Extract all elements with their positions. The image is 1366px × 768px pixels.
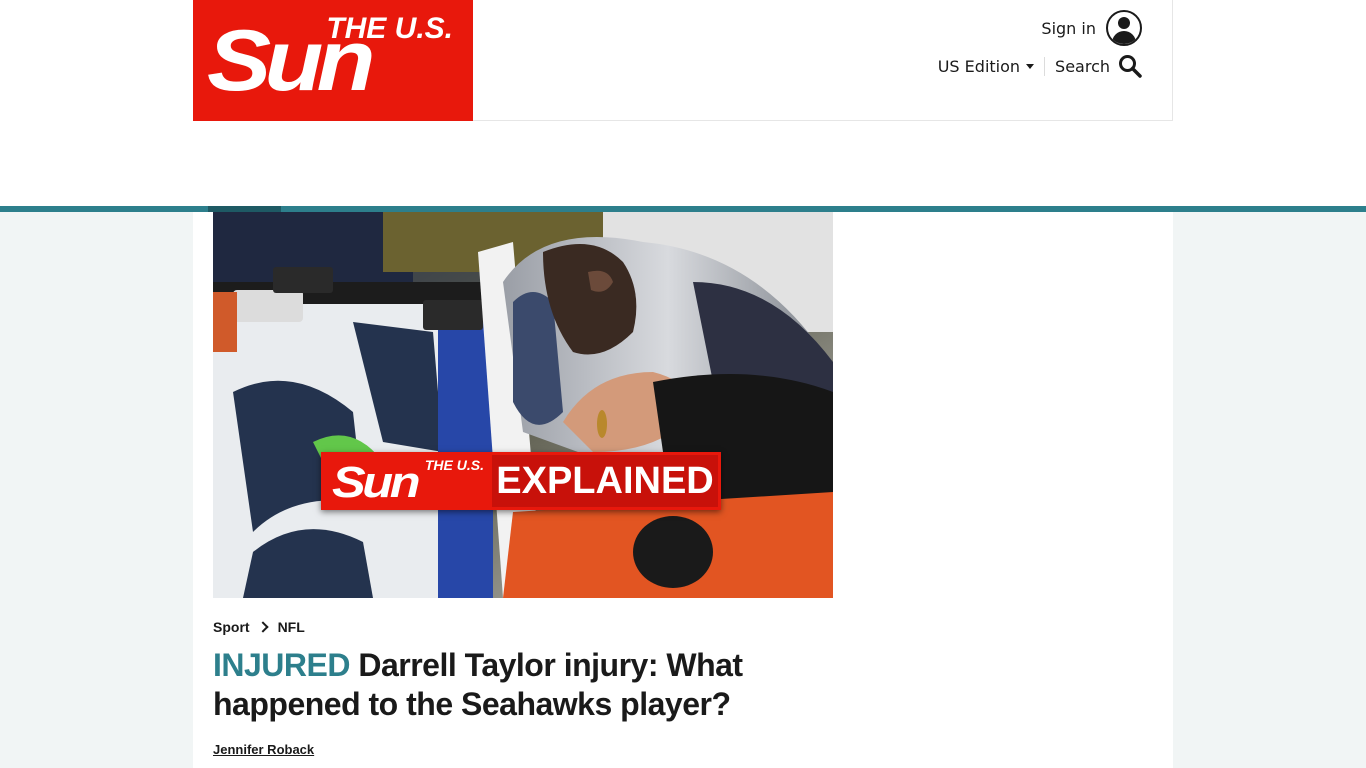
chevron-right-icon	[256, 621, 269, 633]
logo-wordmark: Sun	[207, 13, 376, 109]
breadcrumb: Sport NFL	[213, 618, 305, 636]
search-button[interactable]: Search	[1045, 54, 1142, 78]
sign-in-button[interactable]: Sign in	[1041, 9, 1142, 47]
explained-badge: THE U.S. Sun EXPLAINED	[321, 452, 721, 510]
user-avatar-icon	[1106, 10, 1142, 46]
caret-down-icon	[1026, 63, 1035, 69]
hero-image[interactable]: THE U.S. Sun EXPLAINED	[213, 212, 833, 598]
badge-logo-wordmark: Sun	[332, 458, 421, 507]
search-label: Search	[1055, 56, 1110, 76]
header-tools: US Edition Search	[938, 52, 1142, 80]
site-logo[interactable]: THE U.S. Sun	[193, 0, 473, 121]
headline-kicker: INJURED	[213, 647, 350, 683]
site-header: THE U.S. Sun Sign in US Edition Search	[193, 0, 1173, 121]
breadcrumb-sport[interactable]: Sport	[213, 619, 250, 635]
badge-logo-edition-text: THE U.S.	[424, 457, 484, 473]
edition-selector[interactable]: US Edition	[937, 56, 1046, 76]
edition-label: US Edition	[937, 56, 1021, 76]
hero-photo	[213, 212, 833, 598]
sign-in-label: Sign in	[1041, 18, 1096, 38]
breadcrumb-nfl[interactable]: NFL	[278, 619, 305, 635]
author-link[interactable]: Jennifer Roback	[213, 742, 314, 757]
article-headline: INJURED Darrell Taylor injury: What happ…	[213, 646, 833, 724]
badge-label: EXPLAINED	[492, 455, 718, 507]
badge-logo: THE U.S. Sun	[324, 455, 492, 507]
search-icon	[1119, 55, 1142, 78]
